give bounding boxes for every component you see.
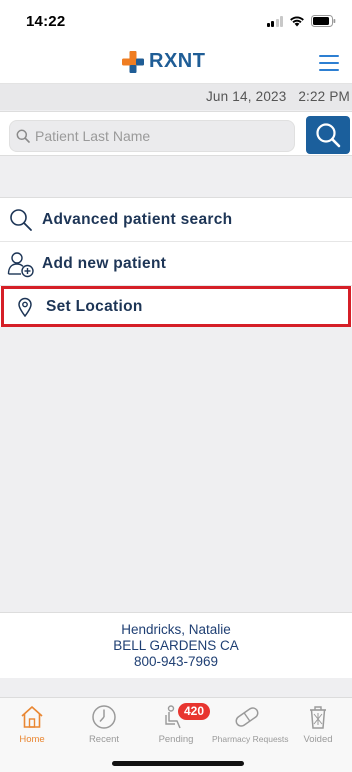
advanced-patient-search-label: Advanced patient search <box>42 210 233 228</box>
tab-recent[interactable]: Recent <box>69 703 139 745</box>
add-person-icon <box>7 250 35 278</box>
pending-badge: 420 <box>178 703 211 720</box>
action-list: Advanced patient search Add new patient … <box>0 197 352 327</box>
tab-pending-label: Pending <box>158 734 194 745</box>
logo-text: RXNT <box>149 50 206 72</box>
search-icon <box>7 206 35 234</box>
location-phone: 800-943-7969 <box>133 654 219 669</box>
pill-icon <box>212 703 282 730</box>
status-bar: 14:22 <box>0 0 352 44</box>
location-city: BELL GARDENS CA <box>113 638 239 653</box>
battery-icon <box>311 15 336 27</box>
search-box[interactable] <box>9 120 295 152</box>
search-button[interactable] <box>306 116 350 154</box>
patient-search-row <box>0 111 352 156</box>
date-bar: Jun 14, 2023 2:22 PM <box>0 84 352 110</box>
hamburger-menu-button[interactable] <box>319 55 339 72</box>
cellular-signal-icon <box>266 15 283 27</box>
home-indicator <box>112 761 244 766</box>
date-time-display: Jun 14, 2023 2:22 PM <box>206 89 350 104</box>
wifi-icon <box>290 16 304 27</box>
home-icon <box>0 703 67 730</box>
provider-name: Hendricks, Natalie <box>121 622 231 637</box>
tab-home[interactable]: Home <box>0 703 67 745</box>
patient-last-name-input[interactable] <box>35 128 285 144</box>
add-new-patient-label: Add new patient <box>42 254 167 272</box>
advanced-patient-search-item[interactable]: Advanced patient search <box>0 198 352 242</box>
rxnt-logo: RXNT <box>122 50 205 73</box>
search-icon <box>316 123 341 148</box>
tab-pharmacy-requests[interactable]: Pharmacy Requests <box>212 703 289 744</box>
set-location-label: Set Location <box>46 297 143 315</box>
tab-recent-label: Recent <box>88 734 120 745</box>
tab-voided-label: Voided <box>303 734 333 745</box>
trash-icon <box>283 703 352 730</box>
tab-home-label: Home <box>19 734 45 745</box>
clock-icon <box>69 703 139 730</box>
search-icon <box>16 129 30 143</box>
add-new-patient-item[interactable]: Add new patient <box>0 242 352 286</box>
tab-voided[interactable]: Voided <box>283 703 352 745</box>
set-location-item[interactable]: Set Location <box>1 286 351 327</box>
status-icons <box>266 15 337 27</box>
location-pin-icon <box>11 293 39 321</box>
app-header: RXNT <box>0 44 352 84</box>
rxnt-cross-icon <box>122 50 144 73</box>
current-time: 2:22 PM <box>298 89 350 104</box>
tab-pharmacy-requests-label: Pharmacy Requests <box>212 734 289 744</box>
current-date: Jun 14, 2023 <box>205 89 287 104</box>
status-time: 14:22 <box>26 13 66 30</box>
tab-pending[interactable]: 420 Pending <box>141 703 211 745</box>
current-location-info: Hendricks, Natalie BELL GARDENS CA 800-9… <box>0 612 352 678</box>
